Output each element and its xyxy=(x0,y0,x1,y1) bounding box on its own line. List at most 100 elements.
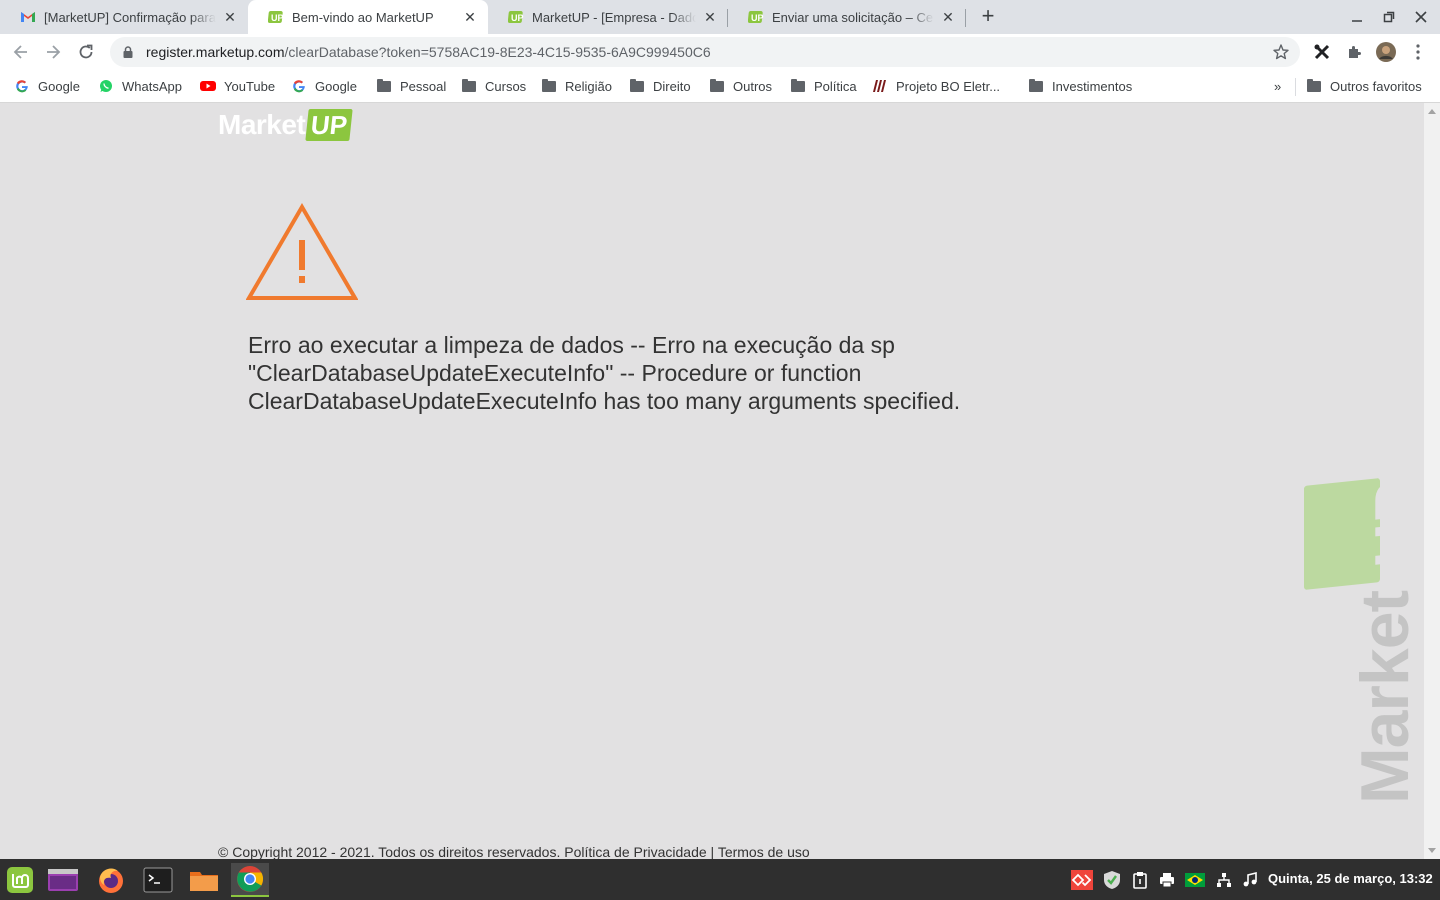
folder-icon xyxy=(629,78,645,94)
back-icon[interactable] xyxy=(9,40,33,64)
bookmark-folder-politica[interactable]: Política xyxy=(790,76,857,96)
terminal-icon[interactable] xyxy=(141,863,175,897)
close-window-icon[interactable] xyxy=(1410,6,1432,28)
reload-icon[interactable] xyxy=(74,40,98,64)
tab-title: [MarketUP] Confirmação para xyxy=(44,9,216,25)
music-note-icon[interactable] xyxy=(1240,870,1260,890)
taskbar-clock[interactable]: Quinta, 25 de março, 13:32 xyxy=(1268,871,1433,886)
folder-icon xyxy=(1306,78,1322,94)
page-content: Market UP Erro ao executar a limpeza de … xyxy=(0,103,1424,859)
watermark-up-badge: UP xyxy=(1304,476,1424,590)
warning-icon xyxy=(246,203,358,300)
url-text[interactable]: register.marketup.com/clearDatabase?toke… xyxy=(146,44,711,60)
minimize-icon[interactable] xyxy=(1346,6,1368,28)
footer-copyright: © Copyright 2012 - 2021. Todos os direit… xyxy=(218,844,810,859)
bookmarks-bar: Google WhatsApp YouTube Google Pessoal C… xyxy=(0,70,1440,103)
close-icon[interactable]: ✕ xyxy=(222,9,238,25)
clipboard-icon[interactable] xyxy=(1130,870,1150,890)
browser-toolbar: register.marketup.com/clearDatabase?toke… xyxy=(0,34,1440,70)
google-icon xyxy=(14,78,30,94)
bookmark-label: Investimentos xyxy=(1052,78,1133,94)
close-icon[interactable]: ✕ xyxy=(702,9,718,25)
bookmark-google-2[interactable]: Google xyxy=(291,76,357,96)
folder-icon xyxy=(709,78,725,94)
marketup-icon: UP xyxy=(748,9,764,25)
anydesk-icon[interactable] xyxy=(1070,870,1094,890)
marketup-icon: UP xyxy=(268,9,284,25)
restore-icon[interactable] xyxy=(1378,6,1400,28)
mint-menu-icon[interactable] xyxy=(3,863,37,897)
bookmark-label: Pessoal xyxy=(400,78,447,94)
bookmark-folder-investimentos[interactable]: Investimentos xyxy=(1028,76,1132,96)
bookmark-projeto-bo[interactable]: Projeto BO Eletr... xyxy=(872,76,1000,96)
bookmark-folder-direito[interactable]: Direito xyxy=(629,76,691,96)
tab-title: Bem-vindo ao MarketUP xyxy=(292,9,434,25)
scroll-up-arrow-icon[interactable] xyxy=(1428,109,1436,114)
extension-tools-icon[interactable] xyxy=(1311,41,1333,63)
folder-icon xyxy=(376,78,392,94)
bookmark-label: WhatsApp xyxy=(122,78,182,94)
chevron-double-right-icon: » xyxy=(1274,78,1282,94)
new-tab-button[interactable]: + xyxy=(976,5,1000,29)
bookmark-folder-pessoal[interactable]: Pessoal xyxy=(376,76,446,96)
svg-text:UP: UP xyxy=(271,13,284,23)
error-message: Erro ao executar a limpeza de dados -- E… xyxy=(248,332,961,414)
logo-text: Market xyxy=(218,109,306,140)
network-icon[interactable] xyxy=(1214,870,1234,890)
close-icon[interactable]: ✕ xyxy=(462,9,478,25)
bookmarks-divider xyxy=(1295,78,1296,96)
shield-check-icon[interactable] xyxy=(1102,870,1122,890)
bookmark-label: Projeto BO Eletr... xyxy=(896,78,1001,94)
bookmark-youtube[interactable]: YouTube xyxy=(200,76,275,96)
bookmarks-overflow-button[interactable]: » xyxy=(1274,76,1281,96)
extensions-puzzle-icon[interactable] xyxy=(1343,41,1365,63)
tab-strip: [MarketUP] Confirmação para ✕ UP Bem-vin… xyxy=(0,0,1440,34)
chrome-icon[interactable] xyxy=(231,863,269,897)
marketup-watermark: UP Market xyxy=(1300,476,1424,808)
forward-icon[interactable] xyxy=(41,40,65,64)
bookmark-google[interactable]: Google xyxy=(14,76,80,96)
svg-text:UP: UP xyxy=(751,13,764,23)
bookmark-folder-cursos[interactable]: Cursos xyxy=(461,76,526,96)
bookmark-whatsapp[interactable]: WhatsApp xyxy=(98,76,182,96)
taskbar: Quinta, 25 de março, 13:32 xyxy=(0,859,1440,900)
youtube-icon xyxy=(200,78,216,94)
printer-icon[interactable] xyxy=(1157,870,1177,890)
bookmark-label: Google xyxy=(38,78,80,94)
whatsapp-icon xyxy=(98,78,114,94)
tab-bem-vindo[interactable]: UP Bem-vindo ao MarketUP ✕ xyxy=(248,0,488,34)
lock-icon[interactable] xyxy=(120,44,136,60)
svg-text:UP: UP xyxy=(511,13,524,23)
folder-icon xyxy=(541,78,557,94)
firefox-icon[interactable] xyxy=(94,863,128,897)
tab-empresa-dados[interactable]: UP MarketUP - [Empresa - Dados ✕ xyxy=(488,0,728,34)
profile-avatar-icon[interactable] xyxy=(1375,41,1397,63)
marketup-icon: UP xyxy=(508,9,524,25)
close-icon[interactable]: ✕ xyxy=(940,9,956,25)
menu-kebab-icon[interactable] xyxy=(1407,41,1429,63)
bookmark-folder-religiao[interactable]: Religião xyxy=(541,76,612,96)
scroll-down-arrow-icon[interactable] xyxy=(1428,848,1436,853)
show-desktop-icon[interactable] xyxy=(46,863,80,897)
address-bar[interactable]: register.marketup.com/clearDatabase?toke… xyxy=(110,37,1300,67)
tab-title: MarketUP - [Empresa - Dados xyxy=(532,9,696,25)
marketup-logo[interactable]: Market UP xyxy=(218,105,354,145)
bookmark-label: Google xyxy=(315,78,357,94)
url-path: /clearDatabase?token=5758AC19-8E23-4C15-… xyxy=(284,44,711,60)
bookmark-label: Direito xyxy=(653,78,691,94)
tab-gmail[interactable]: [MarketUP] Confirmação para ✕ xyxy=(0,0,248,34)
page-scrollbar[interactable] xyxy=(1424,103,1440,859)
bookmark-other-favorites[interactable]: Outros favoritos xyxy=(1306,76,1422,96)
brazil-flag-keyboard-icon[interactable] xyxy=(1185,870,1205,890)
logo-badge: UP xyxy=(305,109,354,141)
striped-logo-icon xyxy=(872,78,888,94)
bookmark-star-icon[interactable] xyxy=(1272,43,1290,61)
bookmark-label: Outros favoritos xyxy=(1330,78,1422,94)
gmail-icon xyxy=(20,9,36,25)
tab-title: Enviar uma solicitação – Centr xyxy=(772,9,934,25)
file-manager-icon[interactable] xyxy=(187,863,221,897)
folder-icon xyxy=(790,78,806,94)
tab-solicitacao[interactable]: UP Enviar uma solicitação – Centr ✕ xyxy=(728,0,966,34)
bookmark-folder-outros[interactable]: Outros xyxy=(709,76,772,96)
bookmark-label: Religião xyxy=(565,78,612,94)
